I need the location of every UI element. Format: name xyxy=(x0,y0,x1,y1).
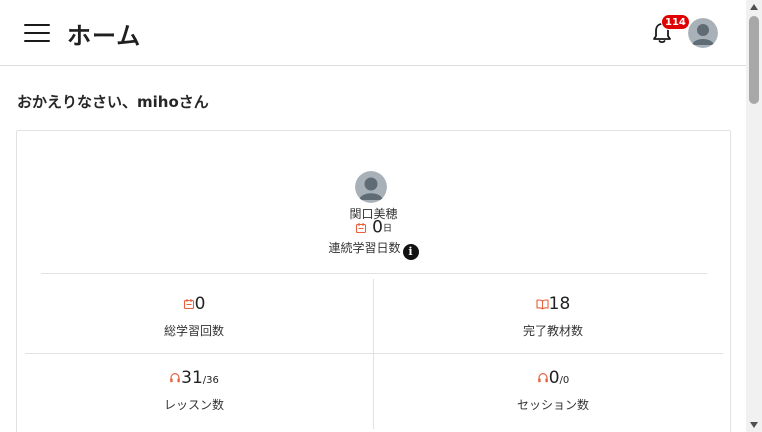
stat-completed-materials: 18 完了教材数 xyxy=(383,294,723,339)
divider xyxy=(41,273,707,274)
hamburger-menu-icon[interactable] xyxy=(24,23,50,43)
stat-lessons: 31/36 レッスン数 xyxy=(24,368,364,413)
app-header: ホーム 114 xyxy=(0,0,746,66)
user-avatar[interactable] xyxy=(688,18,718,48)
user-avatar-icon xyxy=(688,18,718,48)
headset-icon xyxy=(537,372,548,383)
welcome-message: おかえりなさい、mihoさん xyxy=(17,93,209,111)
calendar-icon xyxy=(183,299,194,310)
book-icon xyxy=(536,299,549,310)
stat-sessions: 0/0 セッション数 xyxy=(383,368,723,413)
streak-label: 連続学習日数 i xyxy=(17,239,730,260)
stat-value: 31 xyxy=(181,368,203,388)
stat-value: 0 xyxy=(548,368,560,388)
profile-avatar-icon xyxy=(355,171,387,203)
headset-icon xyxy=(170,372,180,383)
scroll-thumb[interactable] xyxy=(749,16,759,104)
stat-sub: /36 xyxy=(202,375,219,386)
stat-label: 総学習回数 xyxy=(163,324,224,338)
stat-label: レッスン数 xyxy=(163,398,224,412)
streak-number: 0 xyxy=(372,217,383,238)
stat-sub: /0 xyxy=(559,375,570,386)
notification-badge: 114 xyxy=(661,14,690,30)
divider xyxy=(25,353,723,354)
stat-label: 完了教材数 xyxy=(522,324,583,338)
stat-label: セッション数 xyxy=(516,398,589,412)
learning-summary-card: 関口美穂 0日 連続学習日数 i 0 総学習回数 18 完了教材数 31/36 … xyxy=(16,130,731,432)
streak-label-text: 連続学習日数 xyxy=(328,241,401,255)
scroll-down-arrow-icon[interactable] xyxy=(750,422,758,428)
scroll-up-arrow-icon[interactable] xyxy=(750,4,758,10)
stat-value: 0 xyxy=(194,294,206,314)
streak-value: 0日 xyxy=(17,217,730,238)
stat-value: 18 xyxy=(548,294,571,314)
streak-unit: 日 xyxy=(382,224,392,234)
page-title: ホーム xyxy=(67,22,142,50)
profile-avatar xyxy=(355,171,387,203)
page-scrollbar[interactable] xyxy=(746,0,762,432)
divider-vertical xyxy=(373,279,374,429)
info-icon[interactable]: i xyxy=(402,244,419,260)
calendar-icon xyxy=(355,222,367,233)
stat-total-sessions: 0 総学習回数 xyxy=(24,294,364,339)
